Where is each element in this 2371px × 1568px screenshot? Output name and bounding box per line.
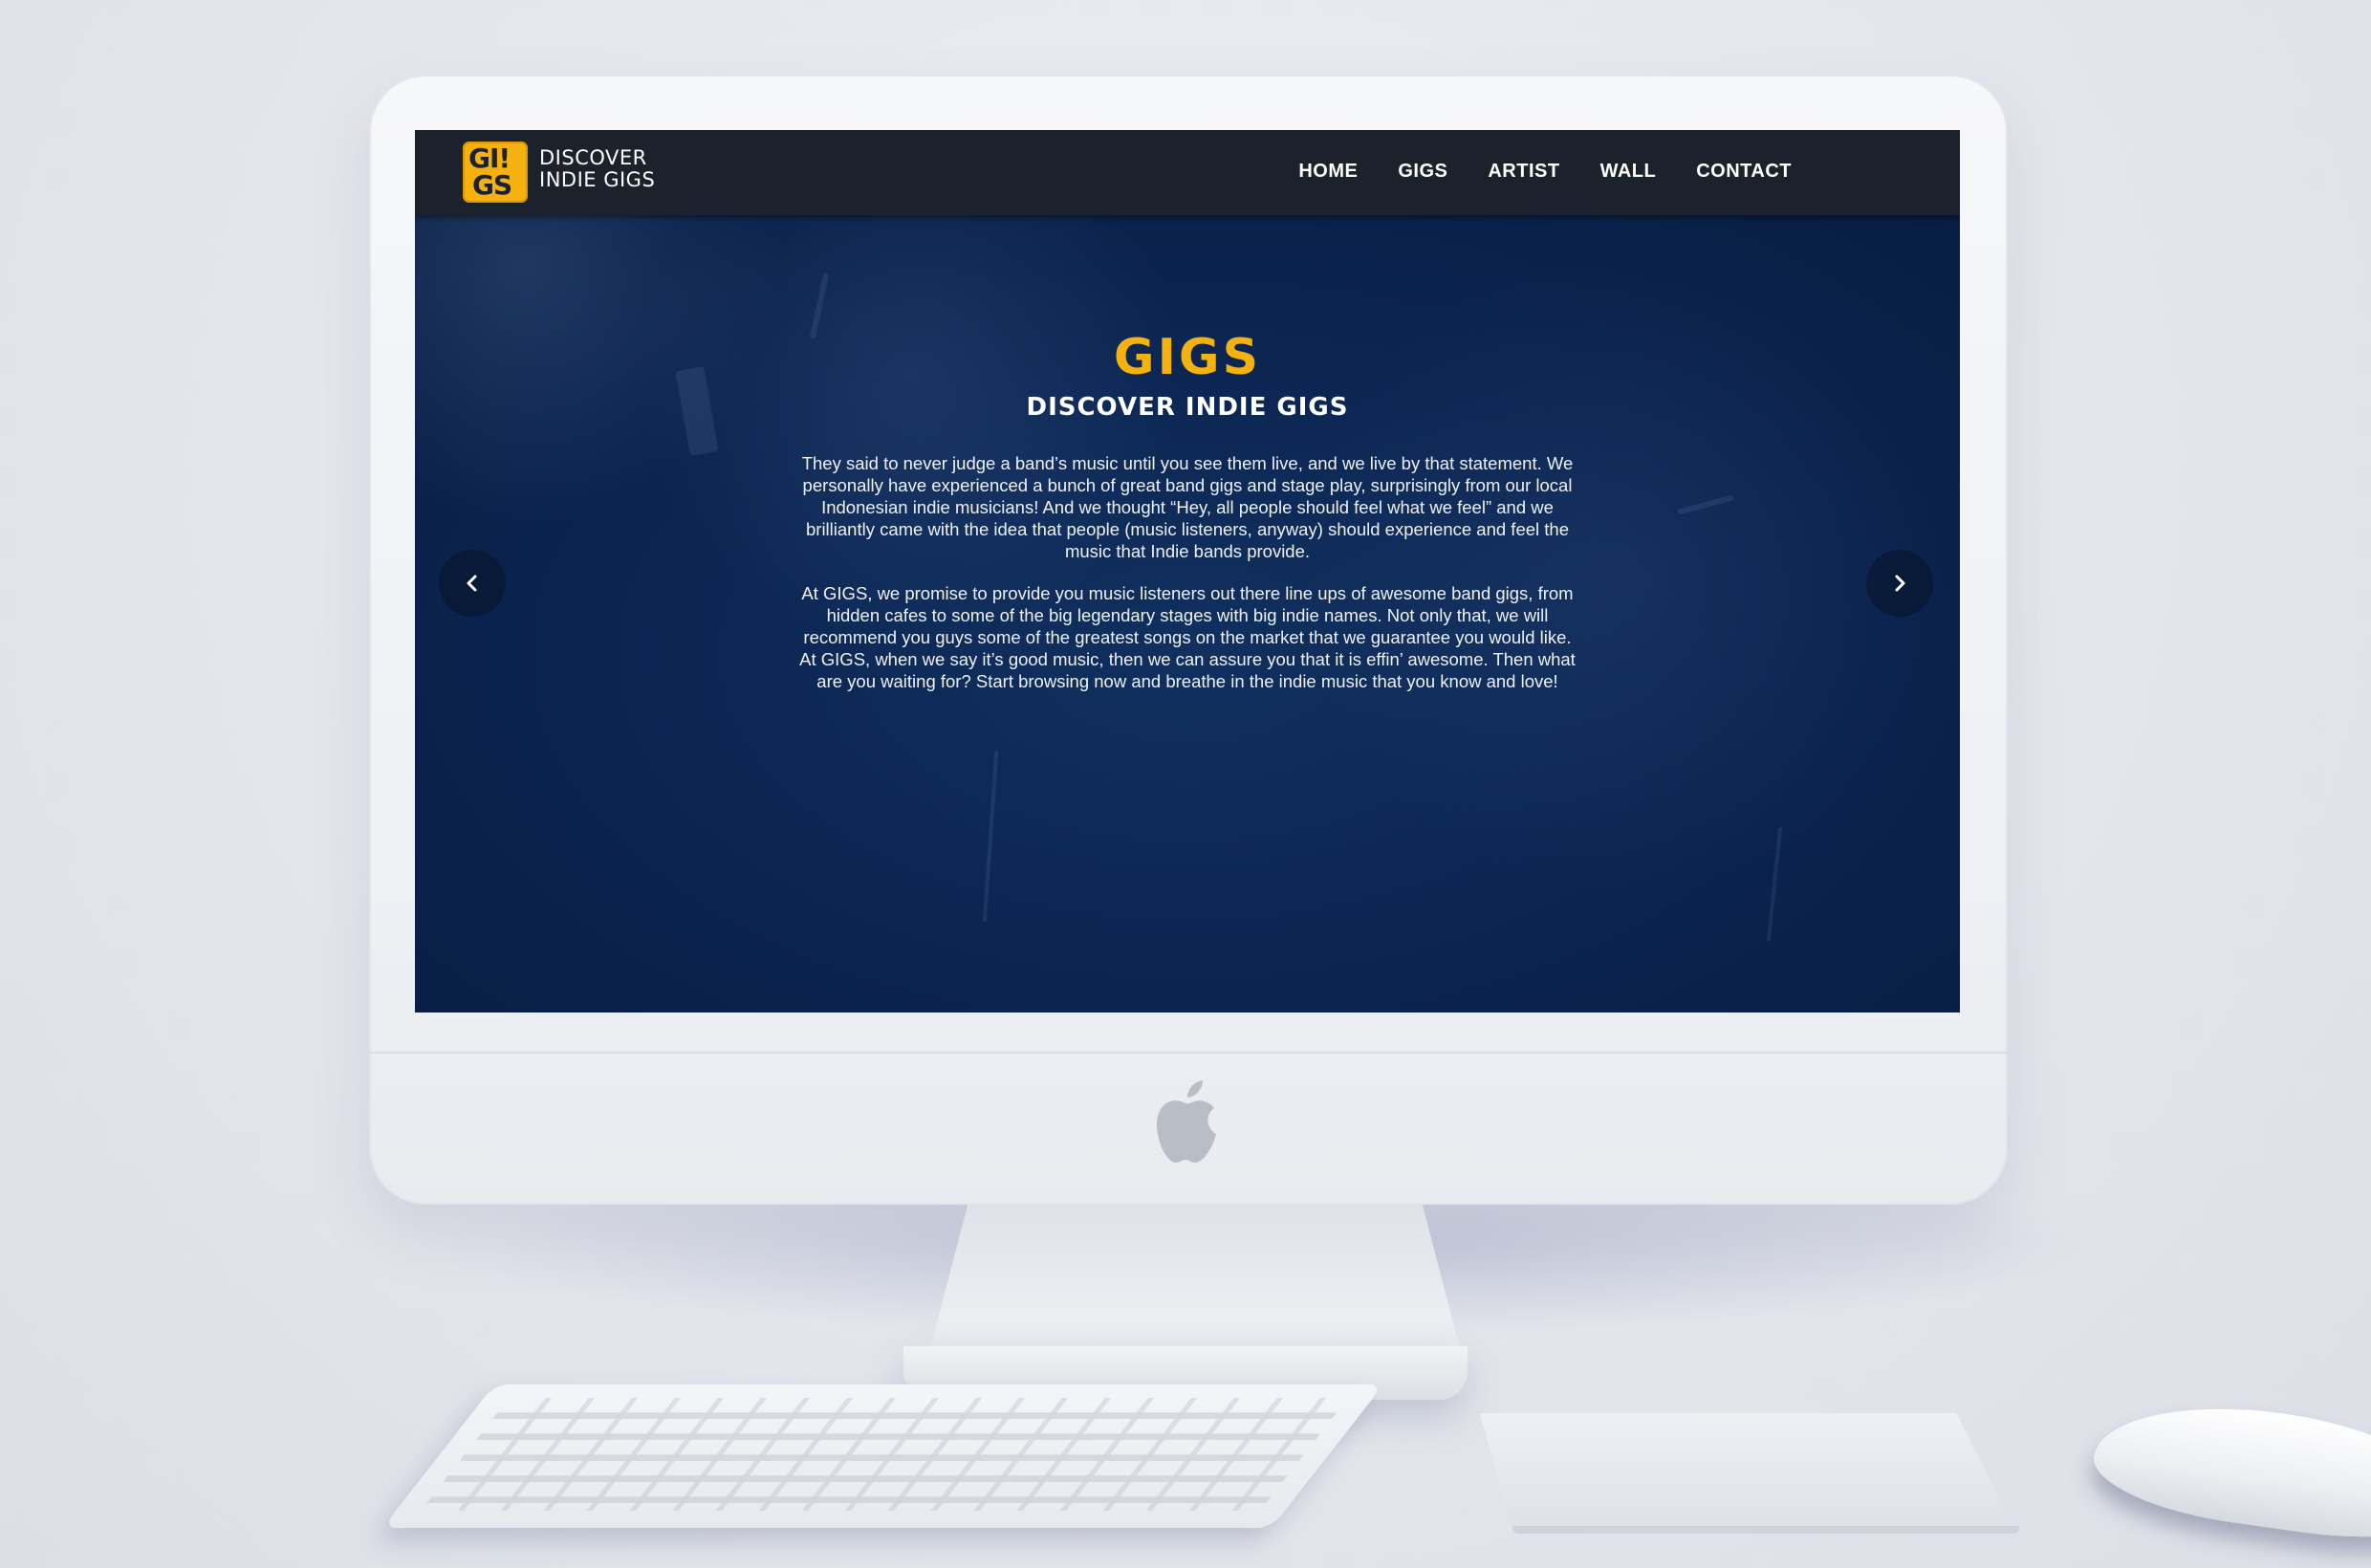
main-nav: HOME GIGS ARTIST WALL CONTACT: [1298, 161, 1792, 183]
monitor-screen: GI! GS DISCOVER INDIE GIGS HOME GIGS ART…: [415, 130, 1960, 1013]
hero-content: GIGS DISCOVER INDIE GIGS They said to ne…: [776, 328, 1599, 712]
logo-mark-bottom: GS: [472, 169, 512, 201]
keyboard: [382, 1384, 1384, 1528]
apple-logo-icon: [1156, 1080, 1216, 1163]
nav-home[interactable]: HOME: [1298, 161, 1358, 183]
hero-paragraph-1: They said to never judge a band’s music …: [801, 453, 1574, 561]
keyboard-keys: [421, 1398, 1349, 1511]
site-navbar: GI! GS DISCOVER INDIE GIGS HOME GIGS ART…: [415, 130, 1960, 215]
background-texture: [982, 751, 999, 923]
monitor-chin-divider: [369, 1052, 2008, 1054]
nav-gigs[interactable]: GIGS: [1398, 161, 1447, 183]
chevron-left-icon: [467, 575, 477, 592]
nav-artist[interactable]: ARTIST: [1488, 161, 1559, 183]
carousel-next-button[interactable]: [1866, 550, 1933, 617]
trackpad-edge: [1512, 1526, 2019, 1534]
nav-contact[interactable]: CONTACT: [1696, 161, 1792, 183]
logo-line-2: INDIE GIGS: [539, 168, 656, 191]
logo-wordmark[interactable]: DISCOVER INDIE GIGS: [539, 147, 655, 191]
carousel-prev-button[interactable]: [439, 550, 506, 617]
background-texture: [1766, 827, 1783, 942]
nav-wall[interactable]: WALL: [1600, 161, 1657, 183]
hero-title: GIGS: [1113, 329, 1262, 386]
background-texture: [675, 366, 719, 456]
trackpad: [1480, 1413, 2015, 1530]
logo-mark-top: GI!: [468, 142, 511, 174]
logo-line-1: DISCOVER: [539, 146, 647, 169]
hero-paragraph-2: At GIGS, we promise to provide you music…: [799, 583, 1576, 691]
hero-subtitle: DISCOVER INDIE GIGS: [1026, 393, 1349, 422]
hero-section: GIGS DISCOVER INDIE GIGS They said to ne…: [415, 215, 1960, 1013]
gigs-logo-icon[interactable]: GI! GS: [463, 142, 528, 203]
background-texture: [1677, 494, 1734, 515]
chevron-right-icon: [1895, 575, 1905, 592]
mouse: [2087, 1388, 2371, 1553]
